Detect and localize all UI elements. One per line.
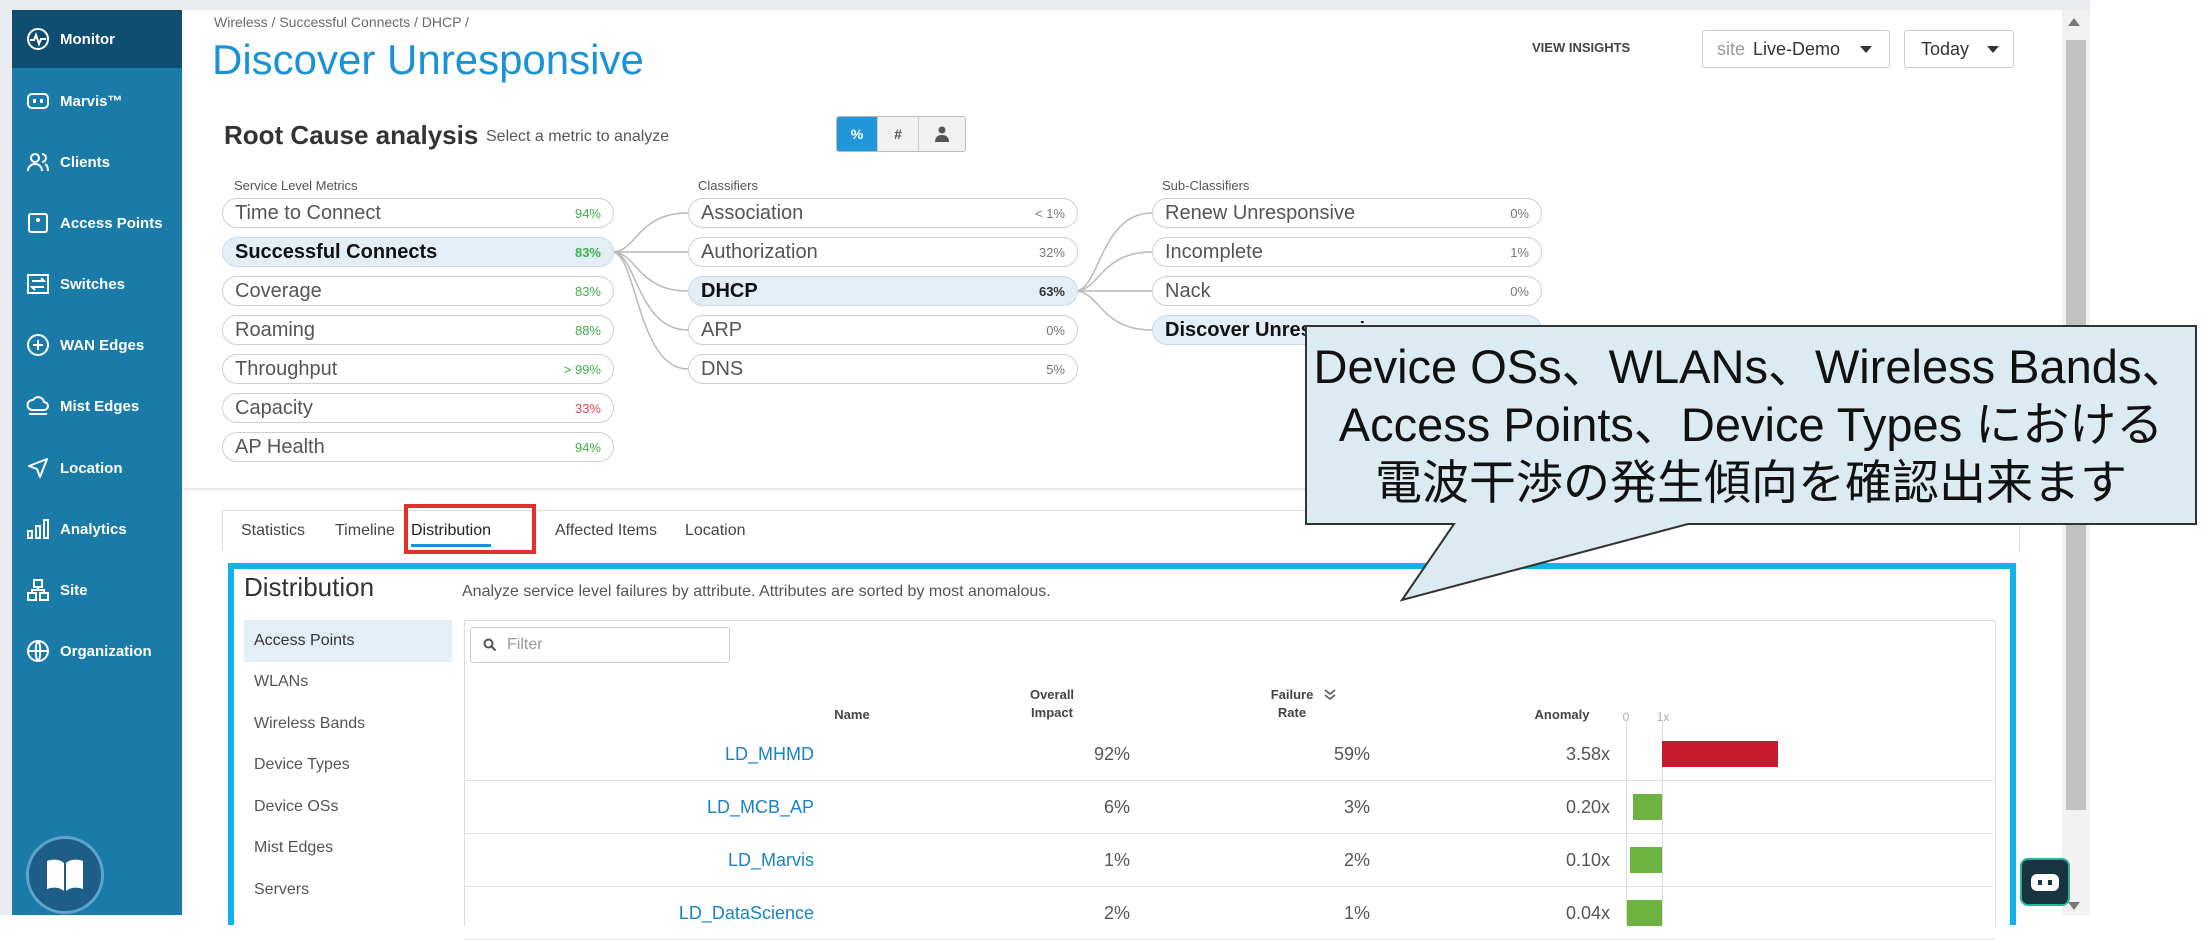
callout-line: Access Points、Device Types における: [1338, 398, 2164, 451]
callout-line: Device OSs、WLANs、Wireless Bands、: [1313, 340, 2189, 393]
callout-line: 電波干渉の発生傾向を確認出来ます: [1375, 456, 2127, 509]
callout-text: Device OSs、WLANs、Wireless Bands、 Access …: [1306, 338, 2196, 512]
